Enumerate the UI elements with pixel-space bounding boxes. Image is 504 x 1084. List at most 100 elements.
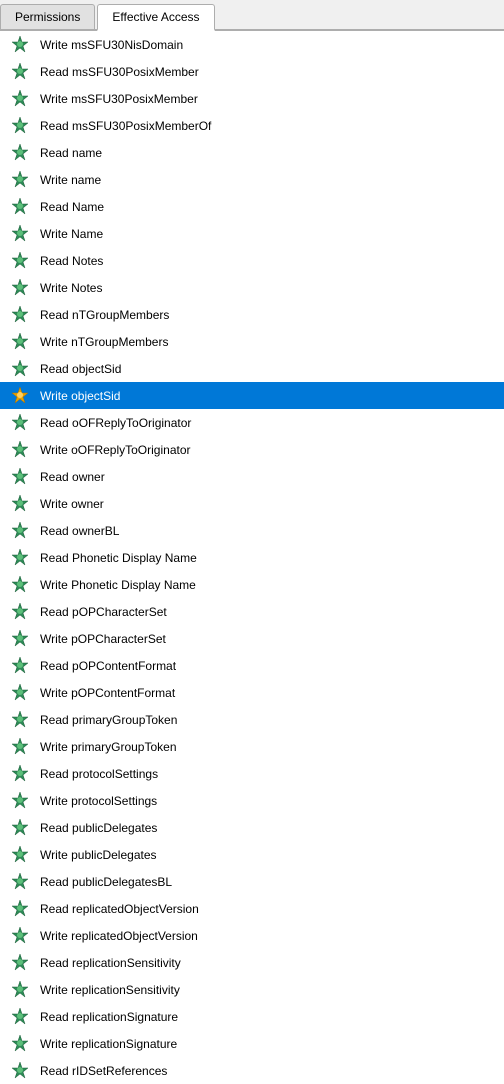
permission-icon <box>9 925 31 947</box>
list-item[interactable]: Read owner <box>0 463 504 490</box>
permission-icon-cell <box>4 169 36 191</box>
permission-label: Read oOFReplyToOriginator <box>36 416 500 430</box>
list-item[interactable]: Read rIDSetReferences <box>0 1057 504 1084</box>
list-item[interactable]: Read pOPContentFormat <box>0 652 504 679</box>
permission-icon <box>9 1060 31 1082</box>
list-item[interactable]: Read Name <box>0 193 504 220</box>
permission-icon <box>9 385 31 407</box>
list-item[interactable]: Read protocolSettings <box>0 760 504 787</box>
list-item[interactable]: Read msSFU30PosixMember <box>0 58 504 85</box>
permission-icon-cell <box>4 520 36 542</box>
tab-effective-access[interactable]: Effective Access <box>97 4 214 31</box>
permission-icon <box>9 250 31 272</box>
tab-permissions[interactable]: Permissions <box>0 4 95 29</box>
permission-label: Read replicationSignature <box>36 1010 500 1024</box>
list-item[interactable]: Write Phonetic Display Name <box>0 571 504 598</box>
list-item[interactable]: Write Notes <box>0 274 504 301</box>
permission-icon-cell <box>4 115 36 137</box>
permission-icon <box>9 277 31 299</box>
permission-label: Write pOPContentFormat <box>36 686 500 700</box>
permission-icon-cell <box>4 277 36 299</box>
permission-icon <box>9 601 31 623</box>
permission-icon <box>9 466 31 488</box>
list-item[interactable]: Read primaryGroupToken <box>0 706 504 733</box>
permission-icon <box>9 898 31 920</box>
list-item[interactable]: Write owner <box>0 490 504 517</box>
list-item[interactable]: Read replicatedObjectVersion <box>0 895 504 922</box>
list-item[interactable]: Read Phonetic Display Name <box>0 544 504 571</box>
list-item[interactable]: Read Notes <box>0 247 504 274</box>
list-item[interactable]: Write objectSid <box>0 382 504 409</box>
list-item[interactable]: Read msSFU30PosixMemberOf <box>0 112 504 139</box>
list-item[interactable]: Write name <box>0 166 504 193</box>
permission-label: Write oOFReplyToOriginator <box>36 443 500 457</box>
permission-label: Read Notes <box>36 254 500 268</box>
permission-icon <box>9 331 31 353</box>
permission-icon <box>9 871 31 893</box>
permission-icon <box>9 223 31 245</box>
list-item[interactable]: Write replicationSensitivity <box>0 976 504 1003</box>
permission-label: Write nTGroupMembers <box>36 335 500 349</box>
permission-icon <box>9 304 31 326</box>
permission-label: Read primaryGroupToken <box>36 713 500 727</box>
permission-label: Read msSFU30PosixMemberOf <box>36 119 500 133</box>
permission-icon <box>9 196 31 218</box>
permission-icon-cell <box>4 817 36 839</box>
list-item[interactable]: Write pOPCharacterSet <box>0 625 504 652</box>
permission-label: Read objectSid <box>36 362 500 376</box>
permission-icon-cell <box>4 736 36 758</box>
permission-icon <box>9 34 31 56</box>
permission-label: Write Phonetic Display Name <box>36 578 500 592</box>
permission-icon <box>9 142 31 164</box>
list-item[interactable]: Write msSFU30NisDomain <box>0 31 504 58</box>
list-item[interactable]: Read nTGroupMembers <box>0 301 504 328</box>
permission-icon-cell <box>4 34 36 56</box>
permission-label: Write msSFU30PosixMember <box>36 92 500 106</box>
permission-icon-cell <box>4 601 36 623</box>
permission-label: Read pOPCharacterSet <box>36 605 500 619</box>
list-item[interactable]: Write Name <box>0 220 504 247</box>
list-item[interactable]: Read ownerBL <box>0 517 504 544</box>
permission-label: Read replicatedObjectVersion <box>36 902 500 916</box>
list-item[interactable]: Write primaryGroupToken <box>0 733 504 760</box>
permission-label: Write replicationSensitivity <box>36 983 500 997</box>
permission-icon <box>9 88 31 110</box>
permission-label: Write primaryGroupToken <box>36 740 500 754</box>
list-container: Write msSFU30NisDomainRead msSFU30PosixM… <box>0 31 504 1084</box>
permission-icon-cell <box>4 547 36 569</box>
permission-label: Read Phonetic Display Name <box>36 551 500 565</box>
permission-label: Read protocolSettings <box>36 767 500 781</box>
list-item[interactable]: Read name <box>0 139 504 166</box>
list-item[interactable]: Read replicationSensitivity <box>0 949 504 976</box>
list-item[interactable]: Write publicDelegates <box>0 841 504 868</box>
list-item[interactable]: Read oOFReplyToOriginator <box>0 409 504 436</box>
list-item[interactable]: Write nTGroupMembers <box>0 328 504 355</box>
permission-icon-cell <box>4 898 36 920</box>
permission-icon-cell <box>4 439 36 461</box>
list-item[interactable]: Read replicationSignature <box>0 1003 504 1030</box>
list-item[interactable]: Read publicDelegatesBL <box>0 868 504 895</box>
permission-icon-cell <box>4 925 36 947</box>
list-item[interactable]: Write replicatedObjectVersion <box>0 922 504 949</box>
permission-label: Write Notes <box>36 281 500 295</box>
permission-icon-cell <box>4 628 36 650</box>
list-item[interactable]: Read objectSid <box>0 355 504 382</box>
permission-label: Read publicDelegatesBL <box>36 875 500 889</box>
list-item[interactable]: Write oOFReplyToOriginator <box>0 436 504 463</box>
permission-icon-cell <box>4 250 36 272</box>
permission-icon <box>9 574 31 596</box>
list-item[interactable]: Write protocolSettings <box>0 787 504 814</box>
list-item[interactable]: Write pOPContentFormat <box>0 679 504 706</box>
list-item[interactable]: Write replicationSignature <box>0 1030 504 1057</box>
permission-icon-cell <box>4 844 36 866</box>
list-item[interactable]: Write msSFU30PosixMember <box>0 85 504 112</box>
permission-label: Read name <box>36 146 500 160</box>
permission-icon-cell <box>4 763 36 785</box>
permission-icon <box>9 520 31 542</box>
permission-icon <box>9 61 31 83</box>
permission-icon <box>9 817 31 839</box>
list-item[interactable]: Read publicDelegates <box>0 814 504 841</box>
permission-label: Write replicatedObjectVersion <box>36 929 500 943</box>
list-item[interactable]: Read pOPCharacterSet <box>0 598 504 625</box>
permission-icon-cell <box>4 979 36 1001</box>
